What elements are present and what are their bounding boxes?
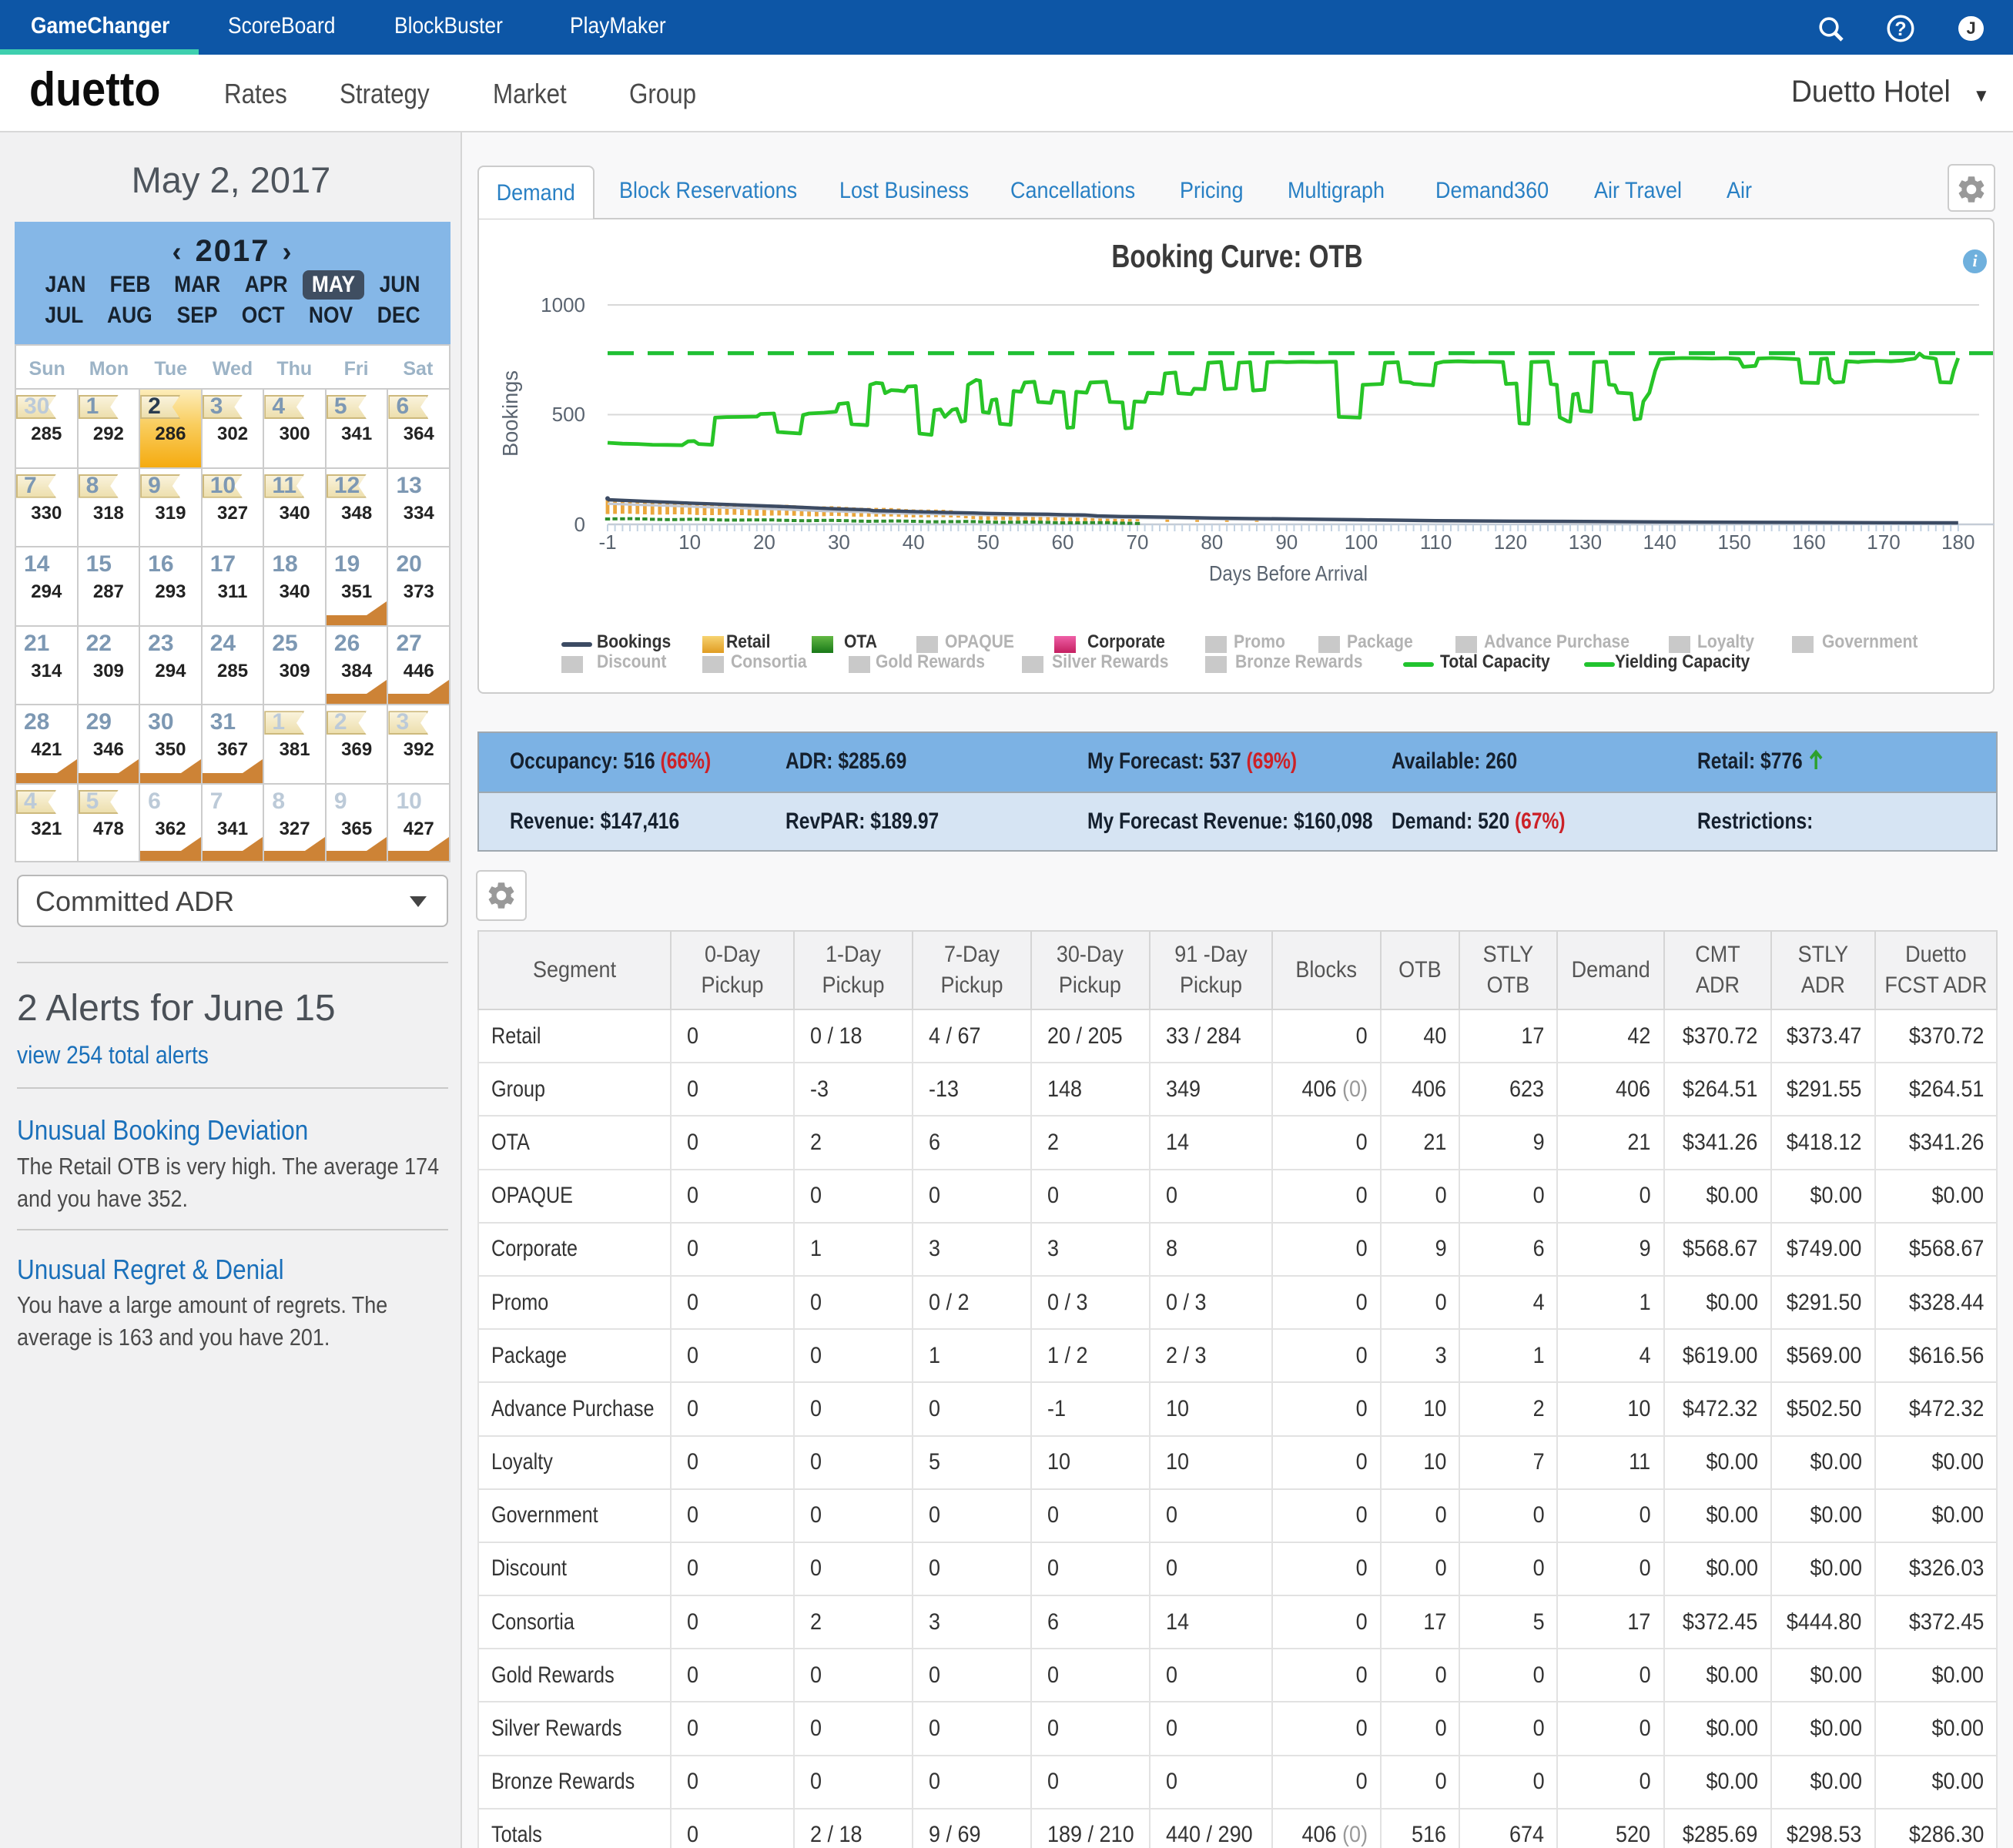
svg-text:40: 40: [903, 531, 925, 554]
svg-text:100: 100: [1345, 531, 1378, 554]
svg-text:180: 180: [1941, 531, 1974, 554]
svg-text:90: 90: [1275, 531, 1298, 554]
svg-text:1000: 1000: [541, 293, 585, 316]
svg-text:10: 10: [678, 531, 701, 554]
svg-text:170: 170: [1867, 531, 1900, 554]
svg-text:20: 20: [753, 531, 775, 554]
svg-text:30: 30: [828, 531, 850, 554]
svg-text:500: 500: [552, 403, 585, 426]
svg-text:120: 120: [1494, 531, 1527, 554]
svg-text:50: 50: [977, 531, 1000, 554]
svg-text:70: 70: [1127, 531, 1149, 554]
svg-text:Days Before Arrival: Days Before Arrival: [1209, 561, 1368, 585]
svg-text:60: 60: [1052, 531, 1074, 554]
svg-text:?: ?: [1894, 19, 1906, 41]
svg-text:80: 80: [1201, 531, 1223, 554]
svg-text:140: 140: [1643, 531, 1676, 554]
svg-text:150: 150: [1718, 531, 1751, 554]
svg-text:160: 160: [1792, 531, 1825, 554]
svg-text:-1: -1: [598, 531, 616, 554]
svg-text:130: 130: [1569, 531, 1602, 554]
svg-text:Bookings: Bookings: [498, 370, 522, 457]
svg-text:0: 0: [574, 513, 585, 536]
svg-text:110: 110: [1420, 531, 1452, 554]
